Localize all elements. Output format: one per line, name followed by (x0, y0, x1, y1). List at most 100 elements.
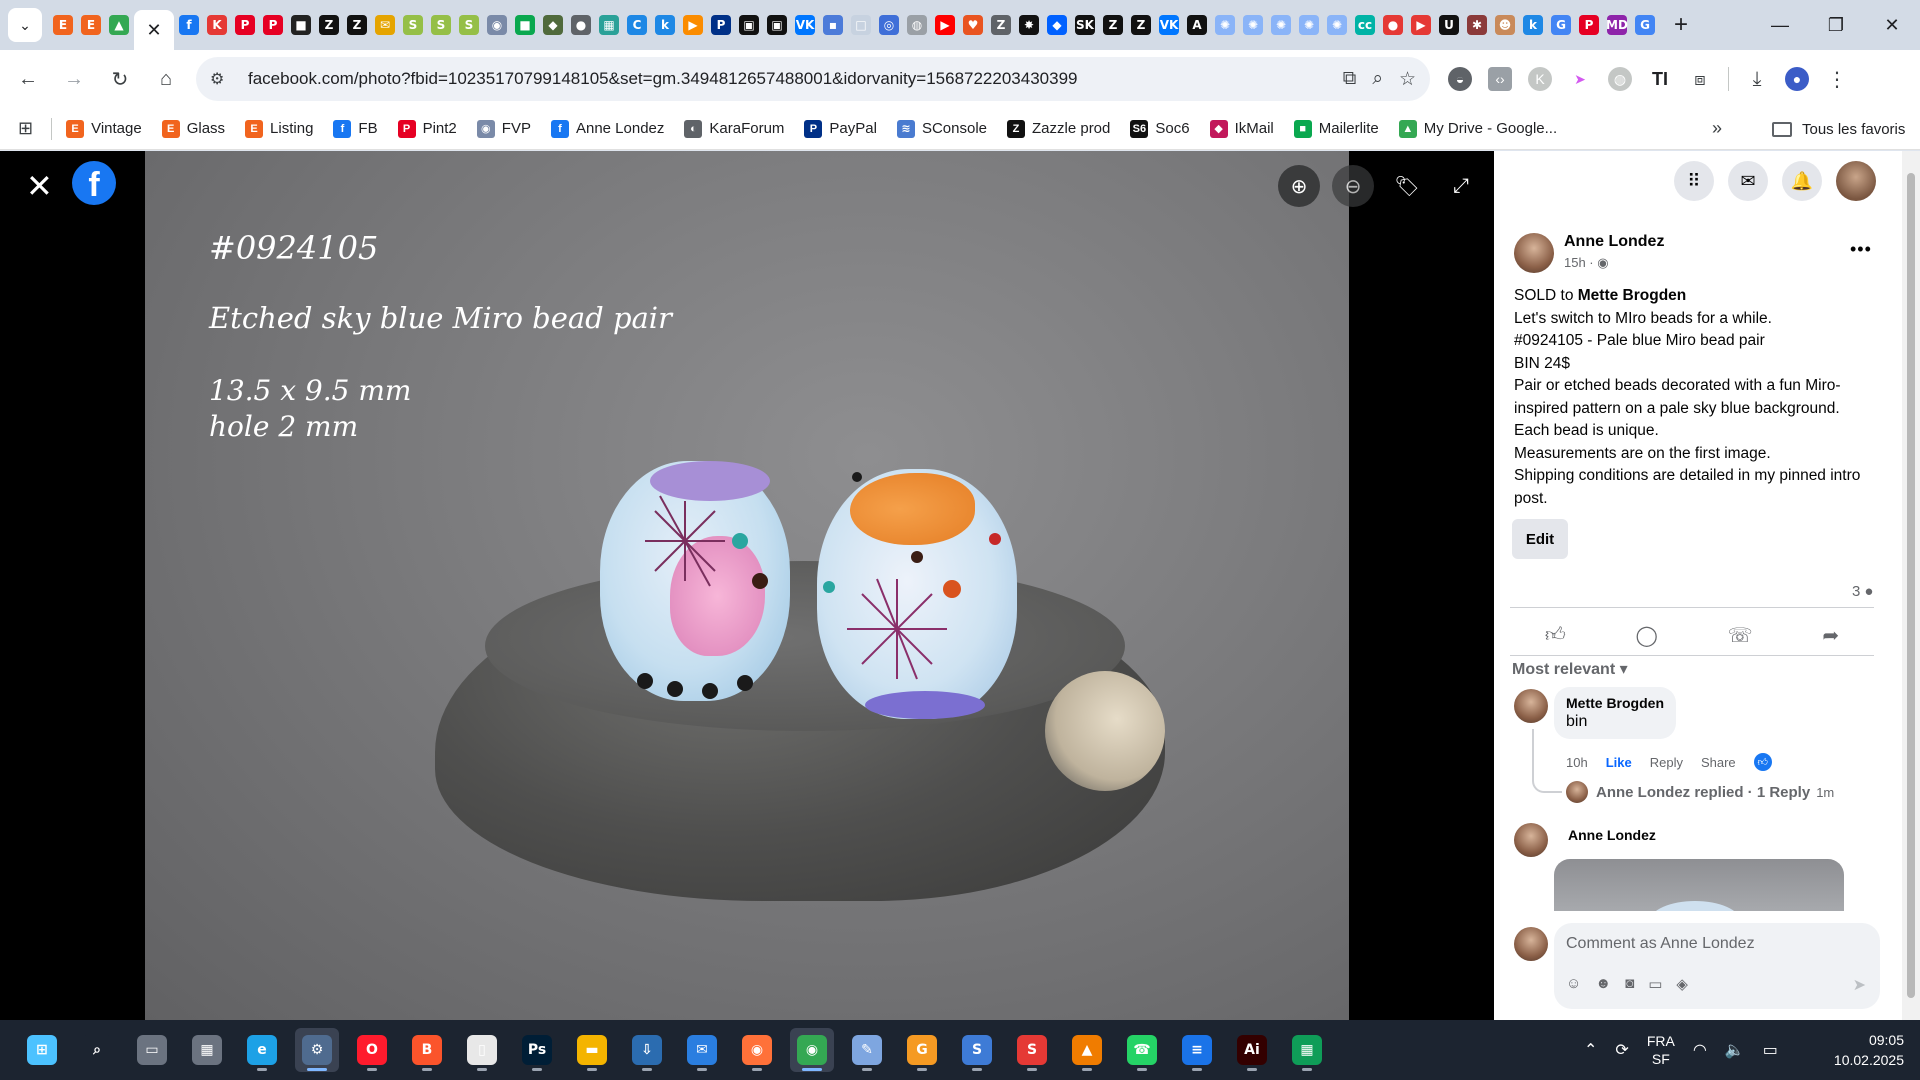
taskbar-app[interactable]: ☎ (1120, 1028, 1164, 1072)
url-text[interactable]: facebook.com/photo?fbid=1023517079914810… (248, 69, 1077, 89)
post-options-icon[interactable]: ••• (1850, 239, 1872, 260)
browser-tab[interactable]: ✺ (1324, 8, 1350, 42)
language-indicator[interactable]: FRA SF (1647, 1032, 1675, 1068)
browser-tab[interactable]: ♥ (960, 8, 986, 42)
bookmark-item[interactable]: f Anne Londez (550, 119, 664, 138)
like-thumb-icon[interactable]: 👍︎ (1545, 623, 1566, 647)
reply-summary[interactable]: Anne Londez replied · 1 Reply 1m (1566, 781, 1834, 803)
sync-icon[interactable]: ⟳ (1615, 1040, 1628, 1060)
browser-tab[interactable]: S (456, 8, 482, 42)
comment-sort-dropdown[interactable]: Most relevant ▾ (1512, 659, 1628, 679)
back-button[interactable]: ← (10, 61, 46, 97)
taskbar-app[interactable]: ⚙ (295, 1028, 339, 1072)
post-author-name[interactable]: Anne Londez (1564, 233, 1664, 251)
extension-arrow-icon[interactable]: ➤ (1568, 67, 1592, 91)
panel-scrollbar[interactable] (1902, 151, 1920, 1020)
taskbar-app[interactable]: ◉ (790, 1028, 834, 1072)
browser-tab[interactable]: ■ (512, 8, 538, 42)
browser-tab[interactable]: G (1632, 8, 1658, 42)
browser-tab[interactable]: ● (568, 8, 594, 42)
browser-tab[interactable]: ✺ (1268, 8, 1294, 42)
browser-tab[interactable]: k (1520, 8, 1546, 42)
taskbar-app[interactable]: ▲ (1065, 1028, 1109, 1072)
browser-tab[interactable]: A (1184, 8, 1210, 42)
browser-tab[interactable]: ● (1380, 8, 1406, 42)
browser-tab[interactable]: ▣ (736, 8, 762, 42)
browser-tab[interactable]: ✺ (1296, 8, 1322, 42)
avatar-sticker-icon[interactable]: ☺ (1566, 975, 1581, 993)
browser-tab[interactable]: P (260, 8, 286, 42)
scrollbar-thumb[interactable] (1907, 173, 1915, 998)
taskbar-app[interactable]: ⊞ (20, 1028, 64, 1072)
taskbar-app[interactable]: ✎ (845, 1028, 889, 1072)
volume-icon[interactable]: 🔈 (1725, 1040, 1745, 1060)
taskbar-app[interactable]: O (350, 1028, 394, 1072)
browser-tab[interactable]: ◆ (1044, 8, 1070, 42)
comment-author[interactable]: Mette Brogden (1566, 695, 1664, 711)
home-button[interactable]: ⌂ (148, 61, 184, 97)
gif-icon[interactable]: ▭ (1648, 975, 1662, 993)
facebook-logo-icon[interactable]: f (72, 161, 116, 205)
taskbar-app[interactable]: Ps (515, 1028, 559, 1072)
browser-tab[interactable]: ▣ (764, 8, 790, 42)
bookmark-item[interactable]: E Glass (161, 119, 225, 138)
address-bar[interactable]: ⚙ facebook.com/photo?fbid=10235170799148… (196, 57, 1430, 101)
browser-tab[interactable]: Z (1100, 8, 1126, 42)
tab-search-dropdown[interactable]: ⌄ (8, 8, 42, 42)
extension-code-icon[interactable]: ‹› (1488, 67, 1512, 91)
browser-tab[interactable]: ■ (288, 8, 314, 42)
browser-tab[interactable]: K (204, 8, 230, 42)
install-app-icon[interactable]: ⧉ (1343, 68, 1357, 90)
bookmark-item[interactable]: ■ Mailerlite (1293, 119, 1379, 138)
share-arrow-icon[interactable]: ➦ (1822, 623, 1839, 648)
zoom-in-icon[interactable]: ⊕ (1278, 165, 1320, 207)
taskbar-app[interactable]: Ai (1230, 1028, 1274, 1072)
comment-composer[interactable]: Comment as Anne Londez ☺ ☻ ◙ ▭ ◈ ➤ (1554, 923, 1880, 1009)
browser-tab[interactable]: MD (1604, 8, 1630, 42)
browser-tab[interactable]: ▶ (1408, 8, 1434, 42)
taskbar-app[interactable]: S (955, 1028, 999, 1072)
sticker-icon[interactable]: ◈ (1676, 975, 1688, 993)
new-tab-button[interactable]: + (1666, 10, 1696, 40)
whatsapp-share-icon[interactable]: ☏ (1728, 623, 1753, 648)
fullscreen-icon[interactable]: ⤢ (1440, 165, 1482, 207)
taskbar-app[interactable]: ⌕ (75, 1028, 119, 1072)
post-time[interactable]: 15h · ◉ (1564, 255, 1664, 271)
bookmark-item[interactable]: E Listing (245, 119, 313, 138)
account-avatar[interactable] (1836, 161, 1876, 201)
edit-post-button[interactable]: Edit (1512, 519, 1568, 559)
extension-text-icon[interactable]: TI (1648, 67, 1672, 91)
browser-tab[interactable]: ▶ (680, 8, 706, 42)
browser-menu-icon[interactable]: ⋮ (1825, 67, 1849, 91)
extensions-puzzle-icon[interactable]: ⧈ (1688, 67, 1712, 91)
browser-tab[interactable]: S (428, 8, 454, 42)
bookmark-item[interactable]: f FB (333, 119, 378, 138)
apps-grid-icon[interactable]: ⊞ (18, 118, 33, 139)
browser-tab[interactable]: P (1576, 8, 1602, 42)
browser-tab[interactable]: Z (316, 8, 342, 42)
taskbar-app[interactable]: ◉ (735, 1028, 779, 1072)
maximize-icon[interactable]: ❐ (1808, 0, 1864, 50)
bookmark-item[interactable]: E Vintage (66, 119, 142, 138)
taskbar-app[interactable]: ▦ (185, 1028, 229, 1072)
browser-tab[interactable]: ✺ (1212, 8, 1238, 42)
post-author-avatar[interactable] (1514, 233, 1554, 273)
like-reaction-icon[interactable]: 👍︎ (1753, 753, 1772, 771)
browser-tab[interactable]: C (624, 8, 650, 42)
camera-icon[interactable]: ◙ (1625, 975, 1634, 993)
zoom-icon[interactable]: ⌕ (1372, 68, 1383, 90)
notifications-bell-icon[interactable]: 🔔 (1782, 161, 1822, 201)
reload-button[interactable]: ↻ (102, 61, 138, 97)
browser-tab[interactable]: ☻ (1492, 8, 1518, 42)
send-icon[interactable]: ➤ (1853, 975, 1866, 995)
taskbar-app[interactable]: e (240, 1028, 284, 1072)
extension-k-icon[interactable]: K (1528, 67, 1552, 91)
minimize-icon[interactable]: — (1752, 0, 1808, 50)
browser-tab[interactable]: E (78, 8, 104, 42)
browser-tab[interactable]: ▶ (932, 8, 958, 42)
taskbar-app[interactable]: ▯ (460, 1028, 504, 1072)
browser-tab[interactable]: SK (1072, 8, 1098, 42)
browser-tab[interactable]: ◍ (904, 8, 930, 42)
browser-tab[interactable]: U (1436, 8, 1462, 42)
zoom-out-icon[interactable]: ⊖ (1332, 165, 1374, 207)
